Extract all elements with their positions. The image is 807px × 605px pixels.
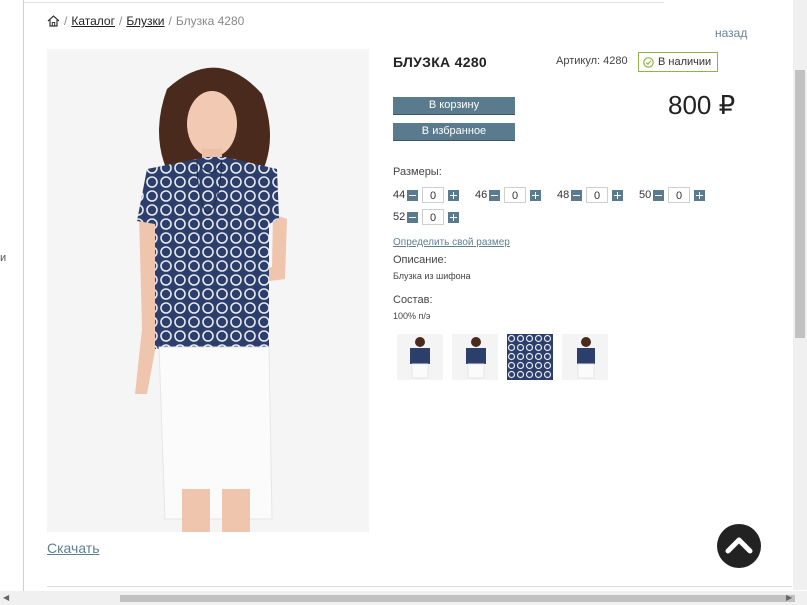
decrease-button[interactable] bbox=[653, 189, 664, 201]
decrease-button[interactable] bbox=[489, 189, 500, 201]
scroll-left-arrow-icon[interactable]: ◀ bbox=[3, 593, 9, 602]
quantity-input[interactable]: 0 bbox=[586, 187, 608, 203]
vertical-scrollbar-thumb[interactable] bbox=[795, 70, 805, 338]
download-link[interactable]: Скачать bbox=[47, 540, 100, 556]
size-label: 44 bbox=[393, 189, 406, 201]
breadcrumb-separator: / bbox=[118, 14, 123, 28]
quantity-input[interactable]: 0 bbox=[422, 209, 444, 225]
breadcrumb-catalog-link[interactable]: Каталог bbox=[71, 14, 115, 28]
scroll-right-arrow-icon[interactable]: ▶ bbox=[786, 593, 792, 602]
sizes-label: Размеры: bbox=[393, 166, 442, 178]
product-thumbnail[interactable] bbox=[452, 334, 498, 380]
size-row-50: 50 0 bbox=[639, 186, 705, 204]
size-row-44: 44 0 bbox=[393, 186, 459, 204]
increase-button[interactable] bbox=[694, 189, 705, 201]
quantity-input[interactable]: 0 bbox=[504, 187, 526, 203]
product-title: БЛУЗКА 4280 bbox=[393, 54, 488, 70]
horizontal-scrollbar-thumb[interactable] bbox=[120, 595, 795, 602]
left-panel-text: и bbox=[0, 252, 7, 264]
product-thumbnail[interactable] bbox=[507, 334, 553, 380]
home-icon[interactable] bbox=[47, 15, 60, 27]
define-size-link[interactable]: Определить свой размер bbox=[393, 237, 510, 248]
size-label: 50 bbox=[639, 189, 652, 201]
breadcrumb-current: Блузка 4280 bbox=[175, 14, 245, 28]
product-price: 800 ₽ bbox=[668, 90, 736, 120]
bottom-divider bbox=[47, 586, 792, 587]
size-label: 46 bbox=[475, 189, 488, 201]
decrease-button[interactable] bbox=[571, 189, 582, 201]
description-label: Описание: bbox=[393, 254, 447, 266]
add-to-cart-button[interactable]: В корзину bbox=[393, 97, 515, 114]
decrease-button[interactable] bbox=[407, 189, 418, 201]
left-panel-edge bbox=[0, 0, 24, 605]
quantity-input[interactable]: 0 bbox=[422, 187, 444, 203]
product-thumbnail[interactable] bbox=[562, 334, 608, 380]
product-thumbnail[interactable] bbox=[397, 334, 443, 380]
breadcrumb-separator: / bbox=[64, 14, 68, 28]
decrease-button[interactable] bbox=[407, 211, 418, 223]
product-sku: Артикул: 4280 bbox=[556, 55, 628, 67]
top-divider bbox=[24, 2, 664, 3]
breadcrumb-separator: / bbox=[168, 14, 172, 28]
chevron-up-icon bbox=[717, 524, 761, 573]
breadcrumb-blouses-link[interactable]: Блузки bbox=[126, 14, 164, 28]
composition-text: 100% п/э bbox=[393, 311, 431, 321]
size-label: 52 bbox=[393, 211, 406, 223]
composition-label: Состав: bbox=[393, 294, 433, 306]
size-row-48: 48 0 bbox=[557, 186, 623, 204]
back-link[interactable]: назад bbox=[715, 26, 747, 40]
size-row-52: 52 0 bbox=[393, 208, 459, 226]
breadcrumb: / Каталог / Блузки / Блузка 4280 bbox=[47, 14, 244, 28]
size-label: 48 bbox=[557, 189, 570, 201]
product-main-photo[interactable] bbox=[47, 49, 369, 532]
check-circle-icon bbox=[643, 56, 654, 68]
increase-button[interactable] bbox=[612, 189, 623, 201]
description-text: Блузка из шифона bbox=[393, 271, 471, 281]
stock-badge: В наличии bbox=[638, 52, 718, 72]
increase-button[interactable] bbox=[448, 189, 459, 201]
add-to-favorites-button[interactable]: В избранное bbox=[393, 123, 515, 140]
quantity-input[interactable]: 0 bbox=[668, 187, 690, 203]
increase-button[interactable] bbox=[530, 189, 541, 201]
scroll-to-top-button[interactable] bbox=[717, 524, 761, 568]
stock-label: В наличии bbox=[658, 56, 712, 68]
increase-button[interactable] bbox=[448, 211, 459, 223]
size-row-46: 46 0 bbox=[475, 186, 541, 204]
